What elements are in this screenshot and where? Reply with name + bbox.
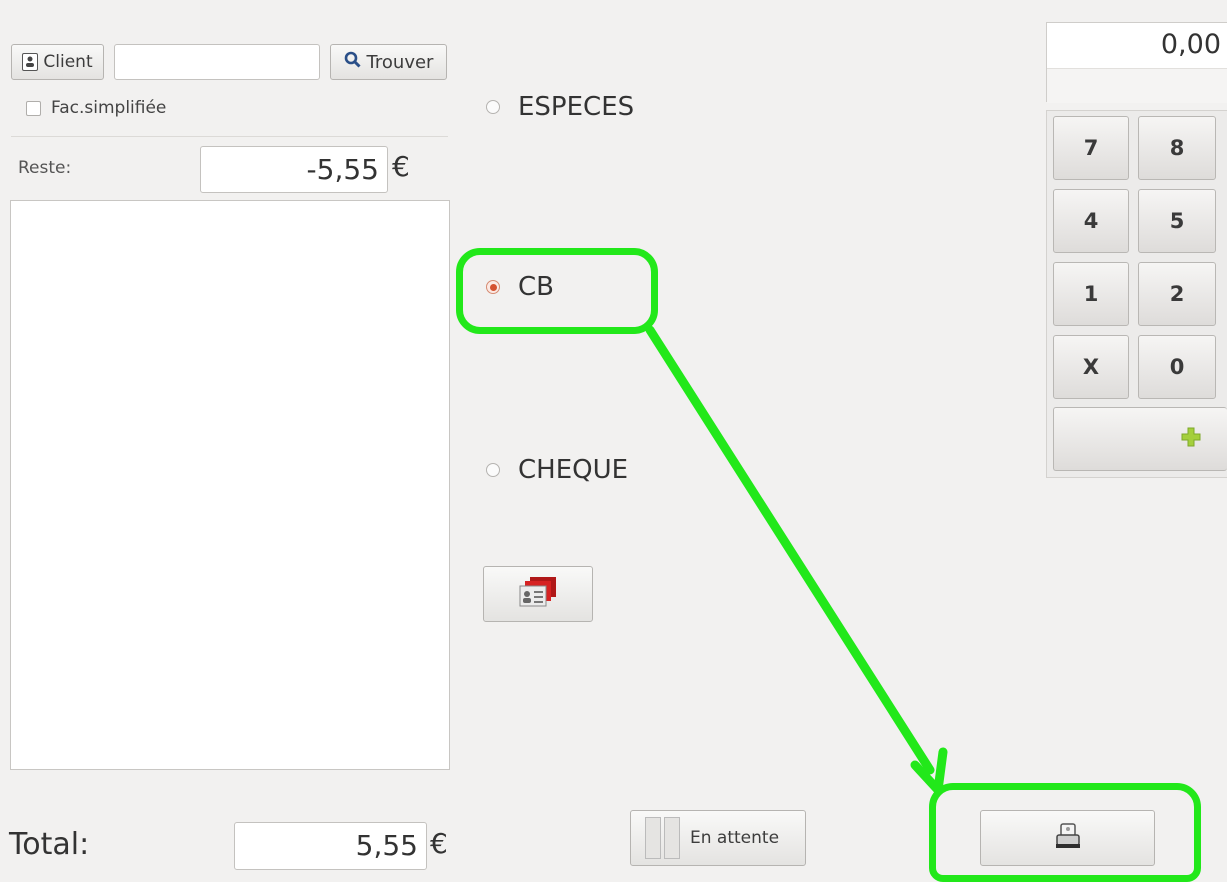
amount-sub-area: [1047, 69, 1227, 103]
divider: [11, 136, 448, 137]
person-card-icon: [22, 53, 39, 71]
print-highlight-box: [929, 783, 1201, 882]
payment-method-especes-label: ESPECES: [518, 92, 635, 122]
remaining-label: Reste:: [18, 158, 72, 178]
radio-especes[interactable]: [486, 100, 500, 114]
remaining-value: -5,55: [306, 153, 379, 186]
id-card-icon: [516, 575, 560, 613]
cb-highlight-box: [456, 248, 658, 334]
radio-cheque[interactable]: [486, 463, 500, 477]
find-client-button[interactable]: Trouver: [330, 44, 447, 80]
key-1[interactable]: 1: [1053, 262, 1129, 326]
find-button-label: Trouver: [366, 51, 434, 73]
loyalty-card-button[interactable]: [483, 566, 593, 622]
remaining-currency: €: [392, 150, 410, 183]
key-2[interactable]: 2: [1138, 262, 1216, 326]
total-value: 5,55: [355, 829, 418, 862]
pause-icon: [645, 817, 680, 859]
total-currency: €: [430, 827, 448, 860]
simplified-invoice-label: Fac.simplifiée: [51, 98, 167, 118]
key-5[interactable]: 5: [1138, 189, 1216, 253]
amount-display: 0,00: [1046, 22, 1227, 103]
client-button-label: Client: [43, 52, 93, 72]
payment-method-especes[interactable]: ESPECES: [486, 92, 634, 122]
key-add[interactable]: [1053, 407, 1227, 471]
magnifier-icon: [344, 51, 361, 73]
hold-button[interactable]: En attente: [630, 810, 806, 866]
client-field[interactable]: [114, 44, 320, 80]
simplified-invoice-checkbox[interactable]: Fac.simplifiée: [26, 98, 166, 118]
checkbox-box[interactable]: [26, 100, 41, 116]
payment-method-cheque-label: CHEQUE: [518, 455, 629, 485]
key-4[interactable]: 4: [1053, 189, 1129, 253]
total-value-field: 5,55: [234, 822, 427, 870]
key-8[interactable]: 8: [1138, 116, 1216, 180]
hold-button-label: En attente: [690, 828, 780, 848]
payment-method-cheque[interactable]: CHEQUE: [486, 455, 628, 485]
key-0[interactable]: 0: [1138, 335, 1216, 399]
amount-value: 0,00: [1047, 23, 1227, 69]
plus-icon: [1181, 427, 1201, 452]
client-button[interactable]: Client: [11, 44, 104, 80]
key-7[interactable]: 7: [1053, 116, 1129, 180]
total-label: Total:: [9, 827, 90, 862]
key-x[interactable]: X: [1053, 335, 1129, 399]
payment-list[interactable]: [10, 200, 450, 770]
remaining-value-field: -5,55: [200, 146, 388, 193]
